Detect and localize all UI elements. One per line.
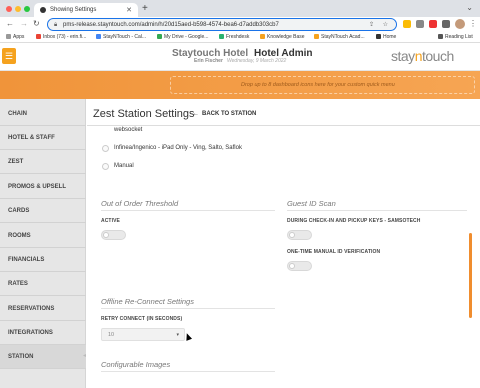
close-tab-icon[interactable]: ✕ — [126, 6, 132, 14]
extension-icon[interactable] — [403, 20, 411, 28]
section-divider — [287, 210, 467, 211]
settings-content: websocket Infinea/Ingenico - iPad Only -… — [87, 125, 480, 388]
retry-connect-value: 10 — [108, 332, 115, 338]
sidebar-item-promos-upsell[interactable]: PROMOS & UPSELL — [0, 175, 86, 199]
radio-manual-label: Manual — [114, 163, 134, 169]
bookmark-drive[interactable]: My Drive - Google... — [157, 34, 208, 40]
sidebar-item-reservations[interactable]: RESERVATIONS — [0, 297, 86, 321]
browser-tab-bar: Showing Settings ✕ + ⌄ — [0, 0, 480, 17]
radio-infinea[interactable] — [102, 145, 109, 152]
address-bar[interactable]: 🔒︎ pms-release.stayntouch.com/admin/h/20… — [47, 18, 397, 31]
radio-manual[interactable] — [102, 163, 109, 170]
checkin-scan-label: DURING CHECK-IN AND PICKUP KEYS - SAMSOT… — [287, 218, 421, 224]
checkin-scan-toggle[interactable] — [287, 230, 312, 240]
back-to-station-link[interactable]: ← BACK TO STATION — [193, 111, 256, 117]
new-tab-button[interactable]: + — [142, 3, 148, 14]
websocket-option-label: websocket — [114, 127, 143, 133]
section-divider — [101, 308, 275, 309]
manual-id-toggle[interactable] — [287, 261, 312, 271]
sidebar-item-hotel-staff[interactable]: HOTEL & STAFF — [0, 126, 86, 150]
minimize-window-icon[interactable] — [15, 6, 21, 12]
toggle-knob — [103, 232, 109, 238]
sidebar-item-zest[interactable]: ZEST — [0, 150, 86, 174]
offline-reconnect-title: Offline Re-Connect Settings — [101, 297, 194, 306]
sidebar-item-rates[interactable]: RATES — [0, 272, 86, 296]
section-divider — [101, 210, 275, 211]
bookmark-star-icon[interactable]: ☆ — [383, 21, 388, 28]
radio-infinea-label: Infinea/Ingenico - iPad Only - Ving, Sal… — [114, 145, 242, 151]
app-header: ☰ Staytouch Hotel Hotel Admin Erin Fisch… — [0, 43, 480, 71]
stayntouch-logo: stayntouch — [391, 48, 454, 64]
toggle-knob — [289, 263, 295, 269]
user-name[interactable]: Erin Fischer — [194, 58, 223, 64]
quick-menu-band: Drop up to 8 dashboard icons here for yo… — [0, 71, 480, 99]
sidebar-item-cards[interactable]: CARDS — [0, 199, 86, 223]
close-window-icon[interactable] — [6, 6, 12, 12]
content-scrollbar[interactable] — [469, 233, 472, 318]
sidebar-item-financials[interactable]: FINANCIALS — [0, 248, 86, 272]
extension-icon[interactable] — [429, 20, 437, 28]
sidebar-item-station[interactable]: STATION — [0, 345, 86, 369]
extension-icon[interactable] — [416, 20, 424, 28]
back-arrow-icon: ← — [193, 111, 199, 117]
browser-menu-icon[interactable]: ⋮ — [469, 19, 477, 28]
bookmark-freshdesk[interactable]: Freshdesk — [219, 34, 249, 40]
sidebar-item-chain[interactable]: CHAIN — [0, 102, 86, 126]
sidebar-item-integrations[interactable]: INTEGRATIONS — [0, 321, 86, 345]
chevron-down-icon: ▾ — [176, 332, 179, 338]
page-title: Zest Station Settings — [93, 108, 195, 120]
bookmark-gmail[interactable]: Inbox (73) - erin.fi... — [36, 34, 86, 40]
business-date: Wednesday, 9 March 2022 — [227, 58, 287, 64]
sidebar-item-rooms[interactable]: ROOMS — [0, 224, 86, 248]
tab-favicon-icon — [40, 7, 46, 13]
puzzle-icon[interactable] — [442, 20, 450, 28]
tab-search-icon[interactable]: ⌄ — [466, 3, 473, 12]
sidebar: CHAIN HOTEL & STAFF ZEST PROMOS & UPSELL… — [0, 99, 86, 388]
lock-icon: 🔒︎ — [54, 22, 58, 28]
tab-title: Showing Settings — [50, 7, 97, 13]
reload-icon[interactable]: ↻ — [33, 19, 40, 28]
url-text: pms-release.stayntouch.com/admin/h/20d15… — [63, 22, 279, 28]
bookmark-knowledge-base[interactable]: Knowledge Base — [260, 34, 305, 40]
profile-avatar[interactable] — [455, 19, 465, 29]
toggle-knob — [289, 232, 295, 238]
bookmark-home[interactable]: Home — [376, 34, 396, 40]
retry-connect-select[interactable]: 10 ▾ — [101, 328, 185, 341]
bookmark-apps[interactable]: Apps — [6, 34, 24, 40]
active-toggle[interactable] — [101, 230, 126, 240]
quick-menu-drop-area[interactable]: Drop up to 8 dashboard icons here for yo… — [170, 76, 475, 94]
drop-hint: Drop up to 8 dashboard icons here for yo… — [241, 82, 395, 88]
menu-icon[interactable]: ☰ — [2, 48, 16, 64]
manual-id-label: ONE-TIME MANUAL ID VERIFICATION — [287, 249, 381, 255]
configurable-images-title: Configurable Images — [101, 360, 171, 369]
bookmark-reading-list[interactable]: Reading List — [438, 34, 473, 40]
forward-arrow-icon[interactable]: → — [20, 19, 28, 28]
back-arrow-icon[interactable]: ← — [6, 19, 14, 28]
retry-connect-label: RETRY CONNECT (IN SECONDS) — [101, 316, 183, 322]
browser-toolbar: ← → ↻ 🔒︎ pms-release.stayntouch.com/admi… — [0, 17, 480, 32]
bookmark-academy[interactable]: StayNTouch Acad... — [314, 34, 365, 40]
bookmarks-bar: Apps Inbox (73) - erin.fi... StayNTouch … — [0, 32, 480, 43]
maximize-window-icon[interactable] — [24, 6, 30, 12]
section-divider — [101, 371, 275, 372]
out-of-order-title: Out of Order Threshold — [101, 199, 179, 208]
guest-id-scan-title: Guest ID Scan — [287, 199, 336, 208]
share-icon[interactable]: ⇪ — [369, 21, 374, 28]
browser-tab[interactable]: Showing Settings ✕ — [34, 3, 138, 17]
active-label: ACTIVE — [101, 218, 120, 224]
bookmark-calendar[interactable]: StayNTouch - Cal... — [96, 34, 146, 40]
